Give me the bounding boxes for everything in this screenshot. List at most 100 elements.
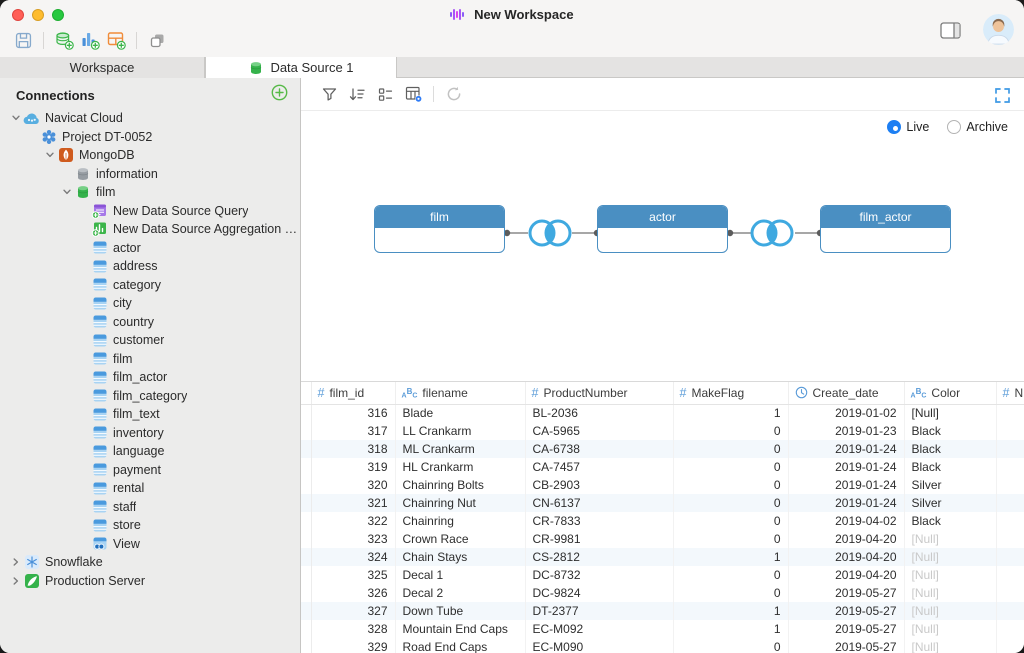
save-button[interactable] bbox=[10, 28, 36, 52]
fullscreen-button[interactable] bbox=[990, 83, 1014, 107]
filter-button[interactable] bbox=[315, 81, 343, 107]
tab-data-source-1[interactable]: Data Source 1 bbox=[205, 57, 397, 78]
column-header-film_id[interactable]: #film_id bbox=[311, 382, 395, 404]
grid-cell[interactable]: [Null] bbox=[904, 638, 996, 653]
tree-item-film-actor[interactable]: film_actor bbox=[0, 368, 300, 387]
grid-cell[interactable]: 1 bbox=[673, 548, 788, 566]
grid-cell[interactable]: 316 bbox=[311, 404, 395, 422]
grid-cell[interactable]: [Null] bbox=[904, 566, 996, 584]
tab-workspace[interactable]: Workspace bbox=[0, 57, 205, 78]
grid-cell[interactable]: Chain Stays bbox=[395, 548, 525, 566]
tree-item-new-data-source-aggregation-pip-[interactable]: New Data Source Aggregation Pip... bbox=[0, 220, 300, 239]
grid-cell[interactable]: 321 bbox=[311, 494, 395, 512]
tree-item-staff[interactable]: staff bbox=[0, 498, 300, 517]
grid-cell[interactable]: Decal 2 bbox=[395, 584, 525, 602]
chevron-right-icon[interactable] bbox=[8, 555, 23, 569]
new-dashboard-button[interactable] bbox=[103, 28, 129, 52]
tree-item-category[interactable]: category bbox=[0, 276, 300, 295]
diagram-node-actor[interactable]: actor bbox=[597, 205, 728, 253]
grid-cell[interactable]: 1 bbox=[673, 602, 788, 620]
grid-cell[interactable]: 0 bbox=[673, 530, 788, 548]
grid-cell[interactable]: 2019-01-24 bbox=[788, 440, 904, 458]
grid-cell[interactable]: 1 bbox=[673, 620, 788, 638]
tree-item-new-data-source-query[interactable]: New Data Source Query bbox=[0, 202, 300, 221]
panel-toggle-button[interactable] bbox=[940, 22, 961, 44]
grid-cell[interactable]: CN-6137 bbox=[525, 494, 673, 512]
grid-cell[interactable]: 2019-04-02 bbox=[788, 512, 904, 530]
grid-cell[interactable]: 0 bbox=[673, 494, 788, 512]
grid-cell[interactable]: Decal 1 bbox=[395, 566, 525, 584]
grid-cell[interactable]: 326 bbox=[311, 584, 395, 602]
grid-cell[interactable]: 2019-01-02 bbox=[788, 404, 904, 422]
grid-cell[interactable]: 329 bbox=[311, 638, 395, 653]
grid-cell[interactable]: CA-7457 bbox=[525, 458, 673, 476]
chevron-down-icon[interactable] bbox=[42, 148, 57, 162]
grid-cell[interactable]: Blade bbox=[395, 404, 525, 422]
column-header-create_date[interactable]: Create_date bbox=[788, 382, 904, 404]
select-fields-button[interactable] bbox=[371, 81, 399, 107]
grid-cell[interactable]: 2019-05-27 bbox=[788, 584, 904, 602]
grid-cell[interactable]: Down Tube bbox=[395, 602, 525, 620]
grid-cell[interactable]: CR-7833 bbox=[525, 512, 673, 530]
grid-cell[interactable]: CA-6738 bbox=[525, 440, 673, 458]
grid-cell[interactable]: [Null] bbox=[904, 584, 996, 602]
tree-item-actor[interactable]: actor bbox=[0, 239, 300, 258]
grid-cell[interactable]: CS-2812 bbox=[525, 548, 673, 566]
grid-cell[interactable]: 317 bbox=[311, 422, 395, 440]
tree-item-customer[interactable]: customer bbox=[0, 331, 300, 350]
sort-button[interactable] bbox=[343, 81, 371, 107]
diagram-node-film[interactable]: film bbox=[374, 205, 505, 253]
grid-cell[interactable]: ML Crankarm bbox=[395, 440, 525, 458]
column-header-filename[interactable]: ABCfilename bbox=[395, 382, 525, 404]
tree-item-navicat-cloud[interactable]: Navicat Cloud bbox=[0, 109, 300, 128]
tree-item-view[interactable]: View bbox=[0, 535, 300, 554]
tree-item-country[interactable]: country bbox=[0, 313, 300, 332]
tree-item-project-dt-0052[interactable]: Project DT-0052 bbox=[0, 128, 300, 147]
grid-cell[interactable]: CR-9981 bbox=[525, 530, 673, 548]
grid-cell[interactable]: 0 bbox=[673, 458, 788, 476]
grid-cell[interactable]: 2019-04-20 bbox=[788, 548, 904, 566]
diagram-node-film_actor[interactable]: film_actor bbox=[820, 205, 951, 253]
grid-cell[interactable]: DC-8732 bbox=[525, 566, 673, 584]
grid-cell[interactable]: 328 bbox=[311, 620, 395, 638]
grid-cell[interactable]: 325 bbox=[311, 566, 395, 584]
grid-cell[interactable]: 322 bbox=[311, 512, 395, 530]
grid-cell[interactable]: LL Crankarm bbox=[395, 422, 525, 440]
grid-cell[interactable]: DT-2377 bbox=[525, 602, 673, 620]
grid-cell[interactable]: DC-9824 bbox=[525, 584, 673, 602]
grid-cell[interactable]: 2019-05-27 bbox=[788, 602, 904, 620]
grid-cell[interactable]: CB-2903 bbox=[525, 476, 673, 494]
grid-cell[interactable]: CA-5965 bbox=[525, 422, 673, 440]
table-settings-button[interactable] bbox=[399, 81, 427, 107]
grid-cell[interactable]: 0 bbox=[673, 584, 788, 602]
grid-cell[interactable]: 2019-04-20 bbox=[788, 566, 904, 584]
grid-cell[interactable]: [Null] bbox=[904, 404, 996, 422]
tree-item-film-text[interactable]: film_text bbox=[0, 405, 300, 424]
refresh-button[interactable] bbox=[440, 81, 468, 107]
tree-item-address[interactable]: address bbox=[0, 257, 300, 276]
chevron-right-icon[interactable] bbox=[8, 574, 23, 588]
new-data-source-button[interactable] bbox=[51, 28, 77, 52]
column-header-productnumber[interactable]: #ProductNumber bbox=[525, 382, 673, 404]
grid-cell[interactable]: 324 bbox=[311, 548, 395, 566]
tree-item-film[interactable]: film bbox=[0, 350, 300, 369]
tree-item-production-server[interactable]: Production Server bbox=[0, 572, 300, 591]
tree-item-inventory[interactable]: inventory bbox=[0, 424, 300, 443]
tree-item-information[interactable]: information bbox=[0, 165, 300, 184]
grid-cell[interactable]: 2019-04-20 bbox=[788, 530, 904, 548]
grid-cell[interactable]: 0 bbox=[673, 440, 788, 458]
tree-item-film[interactable]: film bbox=[0, 183, 300, 202]
grid-cell[interactable]: 2019-01-24 bbox=[788, 494, 904, 512]
tree-item-payment[interactable]: payment bbox=[0, 461, 300, 480]
grid-cell[interactable]: [Null] bbox=[904, 620, 996, 638]
grid-cell[interactable]: 2019-01-24 bbox=[788, 458, 904, 476]
grid-cell[interactable]: [Null] bbox=[904, 548, 996, 566]
grid-cell[interactable]: BL-2036 bbox=[525, 404, 673, 422]
avatar[interactable] bbox=[983, 14, 1014, 45]
tree-item-film-category[interactable]: film_category bbox=[0, 387, 300, 406]
grid-cell[interactable]: [Null] bbox=[904, 530, 996, 548]
join-icon[interactable] bbox=[752, 221, 792, 245]
grid-cell[interactable]: 2019-01-24 bbox=[788, 476, 904, 494]
chevron-down-icon[interactable] bbox=[59, 185, 74, 199]
grid-cell[interactable]: Chainring Nut bbox=[395, 494, 525, 512]
